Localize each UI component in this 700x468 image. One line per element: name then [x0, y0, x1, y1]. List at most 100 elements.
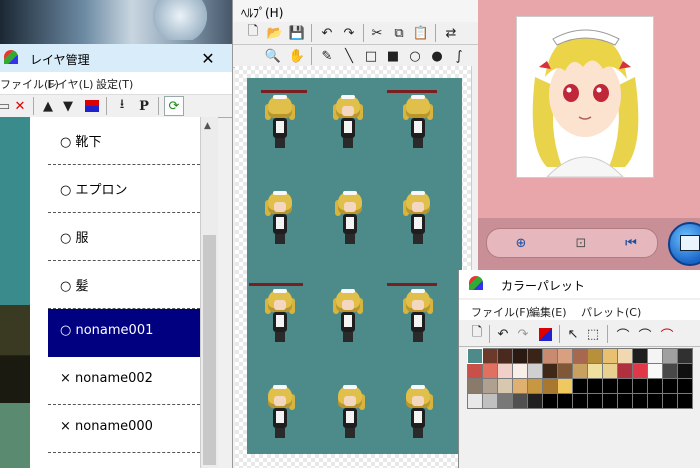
menu-file[interactable]: ファイル(F): [471, 304, 530, 320]
layer-list-scrollbar[interactable]: ▲: [200, 117, 218, 468]
zoom-icon[interactable]: ⊕: [511, 233, 531, 253]
sprite-frame[interactable]: [333, 288, 363, 344]
color-swatch[interactable]: [468, 379, 482, 393]
editor-canvas[interactable]: [235, 66, 471, 468]
color-swatch[interactable]: [633, 349, 647, 363]
color-swatch[interactable]: [663, 364, 677, 378]
color-swatch[interactable]: [618, 349, 632, 363]
color-swatch[interactable]: [588, 349, 602, 363]
color-swatch[interactable]: [528, 364, 542, 378]
fill-rect-icon[interactable]: ■: [383, 46, 403, 66]
sprite-sheet[interactable]: [247, 78, 462, 454]
sprite-frame[interactable]: [265, 384, 295, 440]
new-icon[interactable]: 🗋: [467, 324, 487, 344]
color-swatch[interactable]: [588, 394, 602, 408]
move-up-icon[interactable]: ▲: [38, 96, 58, 116]
color-swatch[interactable]: [588, 364, 602, 378]
color-swatch[interactable]: [648, 349, 662, 363]
color-swatch[interactable]: [483, 394, 497, 408]
color-swatch[interactable]: [528, 379, 542, 393]
color-swatch[interactable]: [543, 349, 557, 363]
color-swatch[interactable]: [633, 364, 647, 378]
property-icon[interactable]: P: [134, 96, 154, 116]
gradient-icon[interactable]: ⌒: [613, 324, 633, 344]
layer-row[interactable]: × noname000: [48, 405, 200, 453]
color-swatch[interactable]: [663, 349, 677, 363]
redo-icon[interactable]: ↷: [513, 324, 533, 344]
layer-row[interactable]: ○ エプロン: [48, 165, 200, 213]
color-swatch[interactable]: [513, 349, 527, 363]
sprite-frame[interactable]: [265, 190, 295, 246]
color-swatch[interactable]: [663, 394, 677, 408]
color-swatch[interactable]: [633, 379, 647, 393]
color-swatch[interactable]: [603, 379, 617, 393]
color-swatch[interactable]: [678, 349, 692, 363]
close-button[interactable]: ✕: [186, 48, 230, 68]
color-swatch[interactable]: [483, 379, 497, 393]
line-icon[interactable]: ╲: [339, 46, 359, 66]
color-swatch[interactable]: [513, 394, 527, 408]
color-swatch[interactable]: [543, 394, 557, 408]
color-swatch[interactable]: [603, 349, 617, 363]
undo-icon[interactable]: ↶: [317, 23, 337, 43]
cut-icon[interactable]: ✂: [367, 23, 387, 43]
circle-icon[interactable]: ○: [405, 46, 425, 66]
layer-row[interactable]: × noname002: [48, 357, 200, 405]
previous-icon[interactable]: ⏮: [621, 233, 641, 253]
color-swatch[interactable]: [573, 394, 587, 408]
select-icon[interactable]: ⬚: [583, 324, 603, 344]
palette-titlebar[interactable]: カラーパレット: [459, 270, 700, 298]
hand-icon[interactable]: ✋: [287, 46, 307, 66]
color-swatch[interactable]: [558, 364, 572, 378]
pointer-icon[interactable]: ↖: [563, 324, 583, 344]
color-swatch[interactable]: [558, 379, 572, 393]
color-swatch[interactable]: [498, 379, 512, 393]
color-swatch[interactable]: [468, 394, 482, 408]
sprite-frame[interactable]: [403, 94, 433, 150]
layer-row[interactable]: ○ 靴下: [48, 117, 200, 165]
curve-icon[interactable]: ∫: [449, 46, 469, 66]
open-icon[interactable]: 📂: [265, 23, 285, 43]
color-swatch[interactable]: [633, 394, 647, 408]
refresh-icon[interactable]: ⟳: [164, 96, 184, 116]
color-swatch[interactable]: [648, 394, 662, 408]
color-swatch[interactable]: [528, 349, 542, 363]
color-swatch[interactable]: [648, 364, 662, 378]
layer-row-selected[interactable]: ○ noname001: [48, 309, 200, 357]
color-swatch[interactable]: [498, 394, 512, 408]
sprite-frame[interactable]: [333, 94, 363, 150]
import-icon[interactable]: ⭳: [112, 96, 132, 116]
sprite-frame[interactable]: [265, 94, 295, 150]
sprite-frame[interactable]: [335, 190, 365, 246]
new-icon[interactable]: 🗋: [243, 23, 263, 43]
sprite-frame[interactable]: [403, 288, 433, 344]
menu-settings[interactable]: 設定(T): [96, 76, 133, 92]
color-swatch[interactable]: [573, 364, 587, 378]
redo-icon[interactable]: ↷: [339, 23, 359, 43]
color-swatch[interactable]: [648, 379, 662, 393]
swap-icon[interactable]: ⇄: [441, 23, 461, 43]
sprite-frame[interactable]: [335, 384, 365, 440]
color-swatch[interactable]: [483, 364, 497, 378]
color-swatch[interactable]: [678, 394, 692, 408]
color-swatch[interactable]: [498, 364, 512, 378]
layer-row[interactable]: ○ 服: [48, 213, 200, 261]
menu-help[interactable]: ﾍﾙﾌﾟ(H): [241, 4, 283, 21]
layer-window-titlebar[interactable]: レイヤ管理 ✕: [0, 44, 232, 72]
pen-icon[interactable]: ✎: [317, 46, 337, 66]
palette-grid[interactable]: [467, 348, 693, 409]
scrollbar-thumb[interactable]: [203, 235, 216, 465]
gradient2-icon[interactable]: ⌒: [635, 324, 655, 344]
swap-color-icon[interactable]: [535, 324, 555, 344]
color-swatch[interactable]: [558, 349, 572, 363]
zoom-icon[interactable]: 🔍: [263, 46, 283, 66]
color-swatch[interactable]: [678, 364, 692, 378]
sprite-frame[interactable]: [403, 384, 433, 440]
color-swatch[interactable]: [513, 379, 527, 393]
color-swatch[interactable]: [618, 394, 632, 408]
fill-circle-icon[interactable]: ●: [427, 46, 447, 66]
undo-icon[interactable]: ↶: [493, 324, 513, 344]
color-swatch[interactable]: [573, 349, 587, 363]
gradient3-icon[interactable]: ⌒: [657, 324, 677, 344]
actual-size-icon[interactable]: ⊡: [571, 233, 591, 253]
